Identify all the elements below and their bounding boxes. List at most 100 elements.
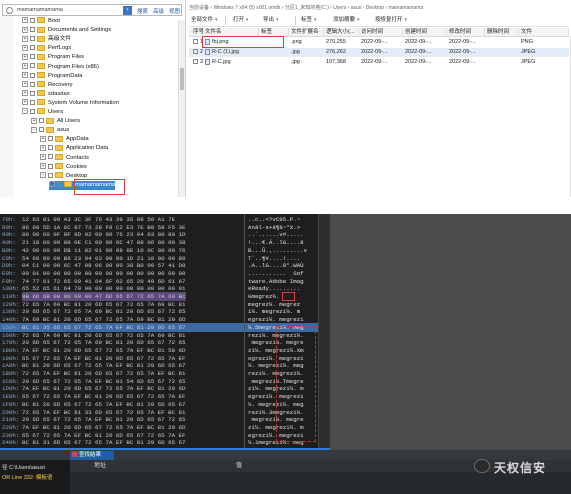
checkbox[interactable]: [48, 172, 53, 178]
toolbar-export[interactable]: 导出 ▾: [263, 16, 279, 25]
folder-icon: [37, 72, 45, 79]
view-label[interactable]: 视图: [169, 7, 180, 15]
checkbox[interactable]: [30, 17, 35, 23]
row-checkbox[interactable]: [193, 59, 198, 65]
expand-toggle-icon[interactable]: +: [31, 117, 37, 124]
tree-item[interactable]: + Contacts: [40, 153, 89, 163]
tree-item[interactable]: + PerfLogs: [22, 44, 71, 53]
table-row[interactable]: 2 R-C (1).jpg .jpg 276,262 2022-09-... 2022-0…: [189, 48, 569, 57]
checkbox[interactable]: [57, 181, 62, 187]
advanced-label[interactable]: 高级: [153, 7, 164, 15]
expand-toggle-icon[interactable]: +: [22, 53, 28, 60]
tree-item[interactable]: + Documents and Settings: [22, 26, 111, 35]
cell-type: JPEG: [519, 58, 569, 67]
tree-scrollbar[interactable]: [178, 20, 185, 197]
checkbox[interactable]: [30, 54, 35, 60]
expand-toggle-icon[interactable]: +: [22, 99, 28, 106]
expand-toggle-icon[interactable]: +: [22, 81, 28, 88]
tree-item[interactable]: + Boot: [22, 17, 60, 26]
row-checkbox[interactable]: [193, 39, 198, 45]
folder-tree-panel: mamamamamama › 搜索 高级 视图 + Boot + Documents …: [0, 0, 186, 197]
tree-item[interactable]: + AppData: [40, 135, 89, 144]
toolbar-add-summary[interactable]: 添加摘要 ▾: [333, 16, 360, 25]
checkbox[interactable]: [30, 72, 35, 78]
checkbox[interactable]: [30, 27, 35, 33]
search-label[interactable]: 搜索: [137, 7, 148, 15]
expand-toggle-icon[interactable]: +: [22, 17, 28, 24]
checkbox[interactable]: [48, 154, 53, 160]
tree-search-bar[interactable]: mamamamamama › 搜索 高级 视图: [2, 4, 182, 16]
folder-icon: [46, 126, 54, 133]
checkbox[interactable]: [30, 99, 35, 105]
checkbox[interactable]: [30, 63, 35, 69]
column-header[interactable]: 删除时间: [485, 28, 519, 37]
column-header[interactable]: 逻辑大小(...: [324, 28, 359, 37]
column-header[interactable]: 文件: [519, 28, 569, 37]
toolbar-tag[interactable]: 标签 ▾: [301, 16, 317, 25]
expand-toggle-icon[interactable]: −: [22, 108, 28, 115]
expand-toggle-icon[interactable]: +: [40, 163, 46, 170]
breadcrumb[interactable]: 当前设备 › Windows 7 x64 (5) x001.vmdk › 分区1…: [189, 4, 569, 12]
folder-icon: [55, 163, 63, 170]
tree-item[interactable]: + All Users: [31, 117, 80, 126]
tree-item[interactable]: + Application Data: [40, 144, 108, 153]
toolbar-open[interactable]: 打开 ▾: [233, 16, 249, 25]
checkbox[interactable]: [39, 118, 44, 124]
expand-toggle-icon[interactable]: +: [22, 35, 28, 42]
tree-item[interactable]: + Cookies: [40, 163, 87, 172]
tree-item[interactable]: + 高级文件: [22, 35, 71, 44]
toolbar-all-files[interactable]: 全部文件 ▾: [191, 16, 218, 25]
tree-item[interactable]: + Program Files: [22, 53, 84, 62]
table-row[interactable]: 3 R-C.jpg .jpg 107,368 2022-09-... 2022-09-..…: [189, 58, 569, 67]
checkbox[interactable]: [30, 90, 35, 96]
col-address[interactable]: 地址: [94, 460, 106, 472]
folder-icon: [55, 153, 63, 160]
expand-toggle-icon[interactable]: +: [40, 135, 46, 142]
file-icon: [205, 48, 210, 55]
hex-scrollbar[interactable]: [318, 214, 330, 450]
toolbar-open-as[interactable]: 按修复打开 ▾: [375, 16, 407, 25]
hex-ascii-divider: [244, 214, 245, 450]
ascii-highlight-box: [276, 326, 316, 442]
expand-toggle-icon[interactable]: +: [22, 62, 28, 69]
tree-item[interactable]: + Recovery: [22, 81, 72, 90]
hex-offset: 240h:: [2, 439, 20, 447]
tab-find-results[interactable]: 查找结果: [70, 451, 114, 460]
close-icon[interactable]: [72, 452, 77, 458]
tree-item[interactable]: + ProgramData: [22, 72, 82, 81]
column-header[interactable]: 修改时间: [447, 28, 485, 37]
tree-item[interactable]: + System Volume Information: [22, 99, 119, 108]
column-header[interactable]: 访问时间: [359, 28, 403, 37]
expand-toggle-icon[interactable]: −: [31, 126, 37, 133]
tree-item[interactable]: + sdasdas: [22, 90, 70, 99]
expand-toggle-icon[interactable]: +: [40, 153, 46, 160]
expand-toggle-icon[interactable]: −: [40, 172, 46, 179]
tree-item[interactable]: + Program Files (x86): [22, 62, 99, 72]
row-checkbox[interactable]: [193, 49, 198, 55]
checkbox[interactable]: [30, 81, 35, 87]
expand-toggle-icon[interactable]: +: [49, 181, 55, 188]
search-go-icon[interactable]: ›: [123, 6, 132, 15]
cell-access: 2022-09-...: [359, 58, 403, 67]
checkbox[interactable]: [48, 145, 53, 151]
expand-toggle-icon[interactable]: +: [22, 90, 28, 97]
tree-search-input[interactable]: mamamamamama: [17, 7, 63, 13]
checkbox[interactable]: [39, 127, 44, 133]
column-header[interactable]: 文件扩展名: [289, 28, 324, 37]
checkbox[interactable]: [48, 136, 53, 142]
folder-icon: [37, 26, 45, 33]
column-header[interactable]: 创建时间: [403, 28, 447, 37]
tree-item[interactable]: − asus: [31, 126, 69, 135]
col-value[interactable]: 值: [236, 460, 242, 472]
tree-item[interactable]: − Users: [22, 108, 63, 117]
expand-toggle-icon[interactable]: +: [22, 44, 28, 51]
expand-toggle-icon[interactable]: +: [22, 72, 28, 79]
chevron-down-icon: ▾: [215, 17, 218, 23]
checkbox[interactable]: [48, 163, 53, 169]
expand-toggle-icon[interactable]: +: [22, 26, 28, 33]
checkbox[interactable]: [30, 36, 35, 42]
checkbox[interactable]: [30, 45, 35, 51]
folder-icon: [37, 53, 45, 60]
checkbox[interactable]: [30, 108, 35, 114]
expand-toggle-icon[interactable]: +: [40, 144, 46, 151]
